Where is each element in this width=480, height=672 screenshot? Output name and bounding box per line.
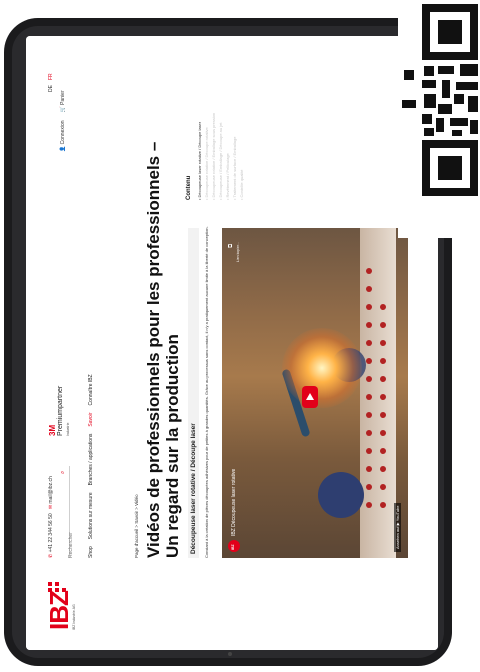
youtube-icon: ▶ bbox=[395, 522, 400, 526]
nav-item-connaitre[interactable]: Connaître IBZ bbox=[88, 374, 94, 405]
search-box bbox=[59, 466, 76, 558]
contact-line: ✆ +41 22 344 56 50 ✉ mail@ibz.ch bbox=[48, 476, 54, 558]
tablet-screen: IBZ IBZ Industrie AG ✆ +41 22 344 56 50 … bbox=[26, 36, 438, 650]
nav-item-branches[interactable]: Branches / applications bbox=[88, 434, 94, 486]
3m-logo: 3M bbox=[48, 424, 57, 436]
breadcrumb[interactable]: Page d'accueil > Savoir > Vidéo bbox=[134, 494, 139, 558]
search-input[interactable] bbox=[66, 476, 76, 558]
contents-item[interactable]: • Découpeuse rotative / Découpe rotative bbox=[203, 50, 210, 200]
contents-item[interactable]: • Découpeuse / Emballage / Découpe au je… bbox=[217, 50, 224, 200]
section-title: Découpeuse laser rotative / Découpe lase… bbox=[190, 423, 197, 554]
video-title[interactable]: IBZ Découpeuse laser rotative bbox=[231, 469, 237, 536]
nav-item-solutions[interactable]: Solutions sur mesure bbox=[88, 492, 94, 539]
camera-icon bbox=[228, 652, 232, 656]
ibz-logo[interactable]: IBZ bbox=[44, 591, 75, 630]
nav-item-shop[interactable]: Shop bbox=[88, 546, 94, 558]
contents-item[interactable]: • Traitement de surface / Emballage bbox=[231, 50, 238, 200]
video-player[interactable]: IBZ IBZ Découpeuse laser rotative ⧉ Lien… bbox=[222, 228, 408, 558]
login-label: Connexion bbox=[60, 120, 66, 145]
lang-fr[interactable]: FR bbox=[48, 73, 54, 80]
copy-link-icon[interactable]: ⧉ bbox=[228, 244, 235, 248]
play-icon bbox=[306, 393, 314, 400]
contents-item[interactable]: • Découpeuse laser rotative / Découpe la… bbox=[196, 50, 203, 200]
nav-item-savoir[interactable]: Savoir bbox=[88, 412, 94, 426]
user-icon: 👤 bbox=[60, 145, 66, 152]
utility-links: 👤 Connexion 🛒 Panier bbox=[60, 90, 66, 152]
copy-link-label[interactable]: Lien kopier... bbox=[236, 242, 240, 262]
phone-number[interactable]: +41 22 344 56 50 bbox=[48, 513, 54, 552]
contents-item[interactable]: • Revêtement / Pelliculage bbox=[224, 50, 231, 200]
phone-icon: ✆ bbox=[48, 553, 54, 558]
contents-item[interactable]: • Découpeuse rotative / Emballage sous p… bbox=[210, 50, 217, 200]
logo-subtitle: IBZ Industrie AG bbox=[72, 604, 76, 630]
page-title: Vidéos de professionnels pour les profes… bbox=[144, 141, 182, 558]
cart-label: Panier bbox=[60, 90, 66, 105]
login-link[interactable]: 👤 Connexion bbox=[60, 120, 66, 152]
watch-on-youtube[interactable]: Ansehen auf ▶ YouTube bbox=[394, 502, 401, 552]
email-link[interactable]: mail@ibz.ch bbox=[48, 476, 54, 503]
logo-dots-icon bbox=[48, 582, 66, 592]
channel-avatar-label: IBZ bbox=[231, 544, 235, 550]
contents-item[interactable]: • Contrôle qualité bbox=[238, 50, 245, 200]
partner-sublabel: Industrie bbox=[66, 422, 70, 436]
cart-link[interactable]: 🛒 Panier bbox=[60, 90, 66, 112]
watch-on-label: Ansehen auf bbox=[395, 526, 400, 549]
qr-code bbox=[398, 0, 480, 238]
youtube-label: YouTube bbox=[395, 505, 400, 522]
video-roller bbox=[318, 472, 364, 518]
description-paragraph: Constant à la création de pièces découpé… bbox=[204, 226, 209, 558]
video-label-holes bbox=[362, 228, 392, 518]
lang-de[interactable]: DE bbox=[48, 85, 54, 92]
contents-title: Contenu bbox=[186, 175, 192, 200]
video-laser-glow bbox=[282, 328, 362, 408]
cart-icon: 🛒 bbox=[60, 106, 66, 113]
language-switch: DE FR bbox=[48, 73, 54, 92]
search-icon[interactable]: ⌕ bbox=[60, 471, 67, 474]
partner-label: Premiumpartner bbox=[57, 385, 64, 436]
web-page: IBZ IBZ Industrie AG ✆ +41 22 344 56 50 … bbox=[26, 36, 438, 650]
contents-list: • Découpeuse laser rotative / Découpe la… bbox=[196, 50, 245, 200]
mail-icon: ✉ bbox=[48, 504, 54, 510]
main-nav: Shop Solutions sur mesure Branches / app… bbox=[88, 374, 94, 558]
